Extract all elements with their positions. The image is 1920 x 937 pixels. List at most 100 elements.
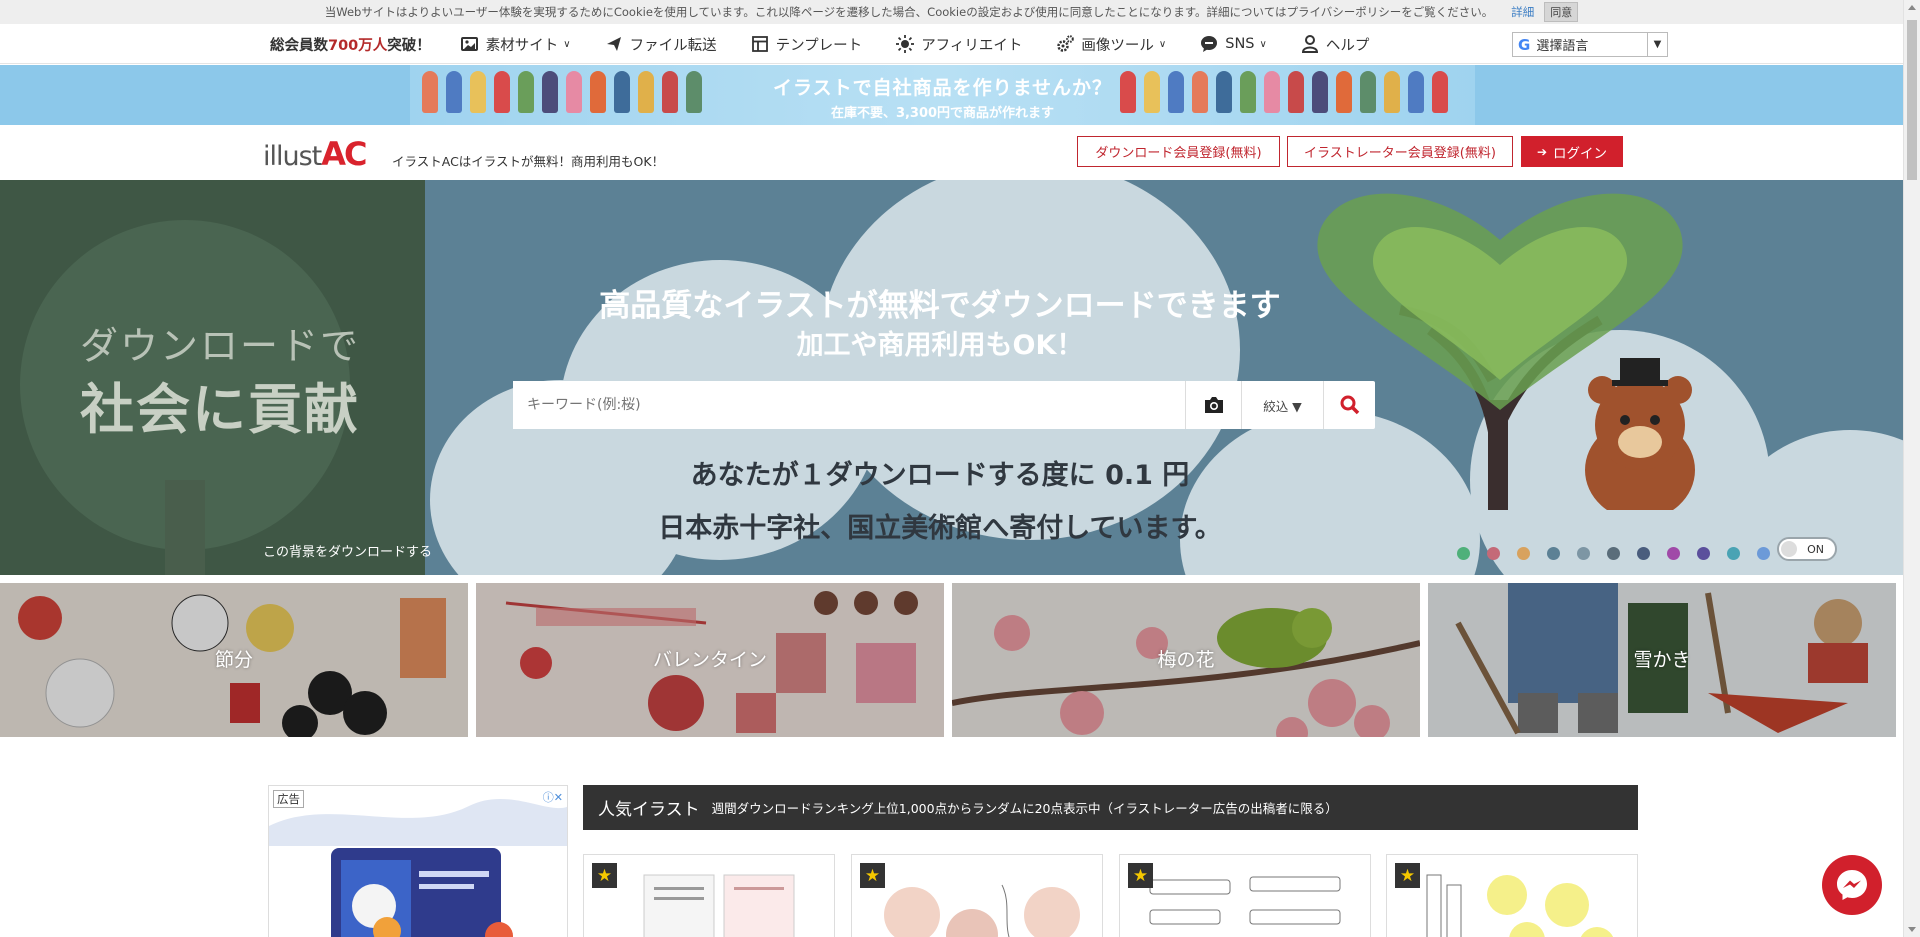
carousel-dot[interactable] — [1577, 547, 1590, 560]
ad-banner-headline: イラストで自社商品を作りませんか？ — [772, 77, 1113, 99]
nav-label: SNS — [1225, 36, 1255, 52]
nav-label: テンプレート — [775, 37, 863, 54]
carousel-dot[interactable] — [1757, 547, 1770, 560]
popular-illustrations-header: 人気イラスト 週間ダウンロードランキング上位1,000点からランダムに20点表示… — [583, 785, 1638, 830]
filter-dropdown[interactable]: 絞込 ▼ — [1241, 381, 1323, 429]
login-button[interactable]: ➔ ログイン — [1521, 136, 1623, 167]
donation-text-line2: 日本赤十字社、国立美術館へ寄付しています。 — [658, 513, 1222, 544]
nav-item-file-transfer[interactable]: ファイル転送 — [605, 34, 717, 55]
google-icon: G — [1518, 35, 1531, 54]
illustration-thumbnail[interactable]: ★ — [583, 854, 835, 937]
thumbnail-image — [1426, 874, 1614, 937]
star-icon: ★ — [1395, 863, 1420, 888]
messenger-chat-button[interactable] — [1822, 855, 1882, 915]
search-button[interactable] — [1323, 381, 1375, 429]
messenger-icon — [1837, 870, 1867, 900]
carousel-dot[interactable] — [1547, 547, 1560, 560]
nav-label: ファイル転送 — [629, 37, 717, 54]
scrollbar-thumb[interactable] — [1907, 20, 1917, 180]
slideshow-toggle[interactable]: ON — [1777, 537, 1837, 561]
search-icon — [1340, 395, 1359, 415]
nav-item-sns[interactable]: SNS ∨ — [1200, 35, 1267, 53]
cookie-text: 当Webサイトはよりよいユーザー体験を実現するためにCookieを使用しています… — [324, 5, 1494, 19]
ad-banner-image[interactable]: イラストで自社商品を作りませんか？ 在庫不要、3,300円で商品が作れます — [410, 65, 1475, 125]
site-logo[interactable]: illustAC — [263, 135, 368, 173]
category-tiles: 節分 バレンタイン 梅の花 雪かき — [0, 583, 1903, 737]
ad-image — [269, 798, 567, 937]
site-header: illustAC イラストACはイラストが無料！商用利用もOK！ ダウンロード会… — [0, 125, 1903, 180]
scroll-up-arrow-icon[interactable] — [1908, 5, 1916, 10]
ad-info-close-icon[interactable]: ⓘ✕ — [543, 789, 563, 805]
gears-icon — [1056, 35, 1075, 53]
illustration-thumbnail[interactable]: ★ — [851, 854, 1103, 937]
nav-label: 素材サイト — [485, 37, 559, 54]
carousel-dot[interactable] — [1727, 547, 1740, 560]
nav-label: 画像ツール — [1081, 37, 1154, 54]
bear-character — [1585, 358, 1695, 510]
carousel-dots — [1457, 547, 1770, 560]
toggle-knob — [1781, 541, 1797, 557]
user-help-icon — [1301, 35, 1319, 53]
language-select[interactable]: G 選擇語言 ▼ — [1512, 32, 1668, 57]
scroll-down-arrow-icon[interactable] — [1908, 927, 1916, 932]
carousel-dot[interactable] — [1487, 547, 1500, 560]
carousel-dot[interactable] — [1457, 547, 1470, 560]
carousel-dot[interactable] — [1667, 547, 1680, 560]
search-input[interactable] — [513, 381, 1185, 429]
category-label: バレンタイン — [652, 649, 767, 671]
nav-item-materials[interactable]: 素材サイト ∨ — [461, 34, 571, 55]
category-tile-plum-blossom[interactable]: 梅の花 — [952, 583, 1420, 737]
carousel-dot[interactable] — [1607, 547, 1620, 560]
category-tile-setsubun[interactable]: 節分 — [0, 583, 468, 737]
star-icon: ★ — [1128, 863, 1153, 888]
register-download-button[interactable]: ダウンロード会員登録(無料) — [1077, 136, 1280, 167]
illustration-thumbnail[interactable]: ★ — [1386, 854, 1638, 937]
site-tagline: イラストACはイラストが無料！商用利用もOK！ — [392, 154, 665, 169]
ad-banner[interactable]: イラストで自社商品を作りませんか？ 在庫不要、3,300円で商品が作れます — [0, 65, 1903, 125]
popular-title: 人気イラスト — [598, 800, 700, 820]
ad-label: 広告 — [273, 790, 304, 808]
register-illustrator-button[interactable]: イラストレーター会員登録(無料) — [1287, 136, 1513, 167]
image-search-button[interactable] — [1185, 381, 1241, 429]
star-icon: ★ — [860, 863, 885, 888]
nav-item-template[interactable]: テンプレート — [751, 34, 863, 55]
image-icon — [461, 35, 479, 53]
nav-label: ヘルプ — [1325, 37, 1370, 54]
category-label: 梅の花 — [1157, 649, 1215, 671]
cookie-detail-link[interactable]: 詳細 — [1511, 4, 1534, 20]
ad-box[interactable]: 広告 ⓘ✕ — [268, 785, 568, 937]
nav-label: アフィリエイト — [921, 37, 1023, 54]
download-background-link[interactable]: この背景をダウンロードする — [263, 541, 432, 560]
nav-item-affiliate[interactable]: アフィリエイト — [896, 34, 1022, 55]
cookie-agree-button[interactable]: 同意 — [1544, 2, 1579, 22]
category-tile-valentine[interactable]: バレンタイン — [476, 583, 944, 737]
thumbnail-image — [1149, 876, 1341, 925]
paper-plane-icon — [605, 35, 623, 53]
thumbnail-image — [643, 874, 795, 937]
page-scrollbar[interactable] — [1903, 0, 1920, 937]
member-count: 総会員数700万人突破！ — [270, 37, 431, 54]
donation-text-line1: あなたが１ダウンロードする度に 0.1 円 — [690, 460, 1190, 491]
chevron-down-icon: ∨ — [1158, 38, 1167, 50]
hero-section: ダウンロードで 社会に貢献 高品質なイラストが無料でダウンロードできます 加工や… — [0, 180, 1903, 575]
language-select-label: 選擇語言 — [1536, 39, 1589, 54]
chevron-down-icon: ∨ — [563, 38, 571, 50]
illustration-thumbnail[interactable]: ★ — [1119, 854, 1371, 937]
carousel-dot[interactable] — [1637, 547, 1650, 560]
hero-subtitle: 加工や商用利用もOK！ — [796, 330, 1084, 361]
carousel-dot[interactable] — [1697, 547, 1710, 560]
toggle-label: ON — [1807, 542, 1824, 556]
category-tile-snow-shoveling[interactable]: 雪かき — [1428, 583, 1896, 737]
hero-left-line1: ダウンロードで — [80, 324, 361, 368]
nav-item-help[interactable]: ヘルプ — [1301, 34, 1370, 55]
category-label: 節分 — [214, 649, 253, 671]
camera-icon — [1204, 397, 1223, 413]
hero-left-line2: 社会に貢献 — [80, 378, 360, 441]
chat-bubble-icon — [1200, 35, 1218, 53]
nav-item-image-tools[interactable]: 画像ツール ∨ — [1056, 34, 1166, 55]
top-nav: 総会員数700万人突破！ 素材サイト ∨ ファイル転送 テンプレート アフィリエイ… — [0, 24, 1903, 64]
star-icon: ★ — [592, 863, 617, 888]
hero-left-panel: ダウンロードで 社会に貢献 — [0, 180, 425, 575]
carousel-dot[interactable] — [1517, 547, 1530, 560]
caret-down-icon: ▼ — [1647, 33, 1667, 56]
